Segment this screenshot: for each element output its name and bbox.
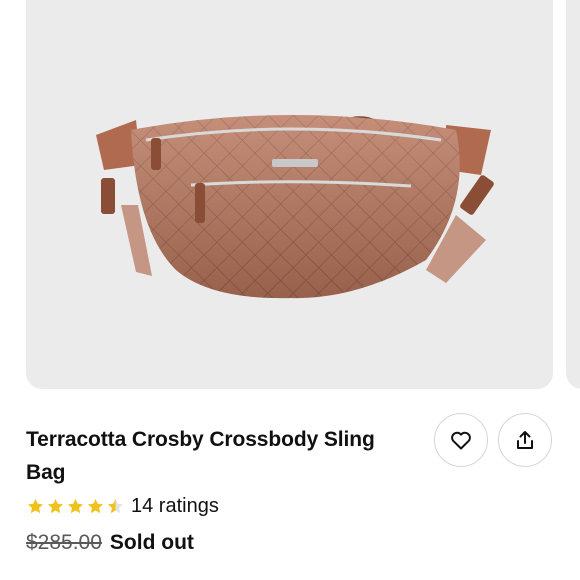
original-price: $285.00 (26, 531, 102, 554)
half-star-icon (107, 498, 124, 513)
product-image (96, 115, 494, 299)
star-icon (67, 498, 84, 513)
star-icon (47, 498, 64, 513)
share-button[interactable] (498, 413, 552, 467)
price-row: $285.00 Sold out (26, 531, 194, 555)
star-icon (87, 498, 104, 513)
ratings-count[interactable]: 14 ratings (131, 495, 219, 518)
product-image-card[interactable] (26, 0, 553, 389)
rating-row[interactable]: 14 ratings (26, 492, 219, 520)
heart-icon (451, 431, 471, 450)
star-rating (26, 497, 125, 516)
share-icon (517, 431, 533, 449)
star-icon (27, 498, 44, 513)
next-image-card[interactable] (566, 0, 580, 389)
sold-out-label: Sold out (109, 531, 194, 554)
product-title: Terracotta Crosby Crossbody Sling Bag (26, 428, 375, 484)
favorite-button[interactable] (434, 413, 488, 467)
